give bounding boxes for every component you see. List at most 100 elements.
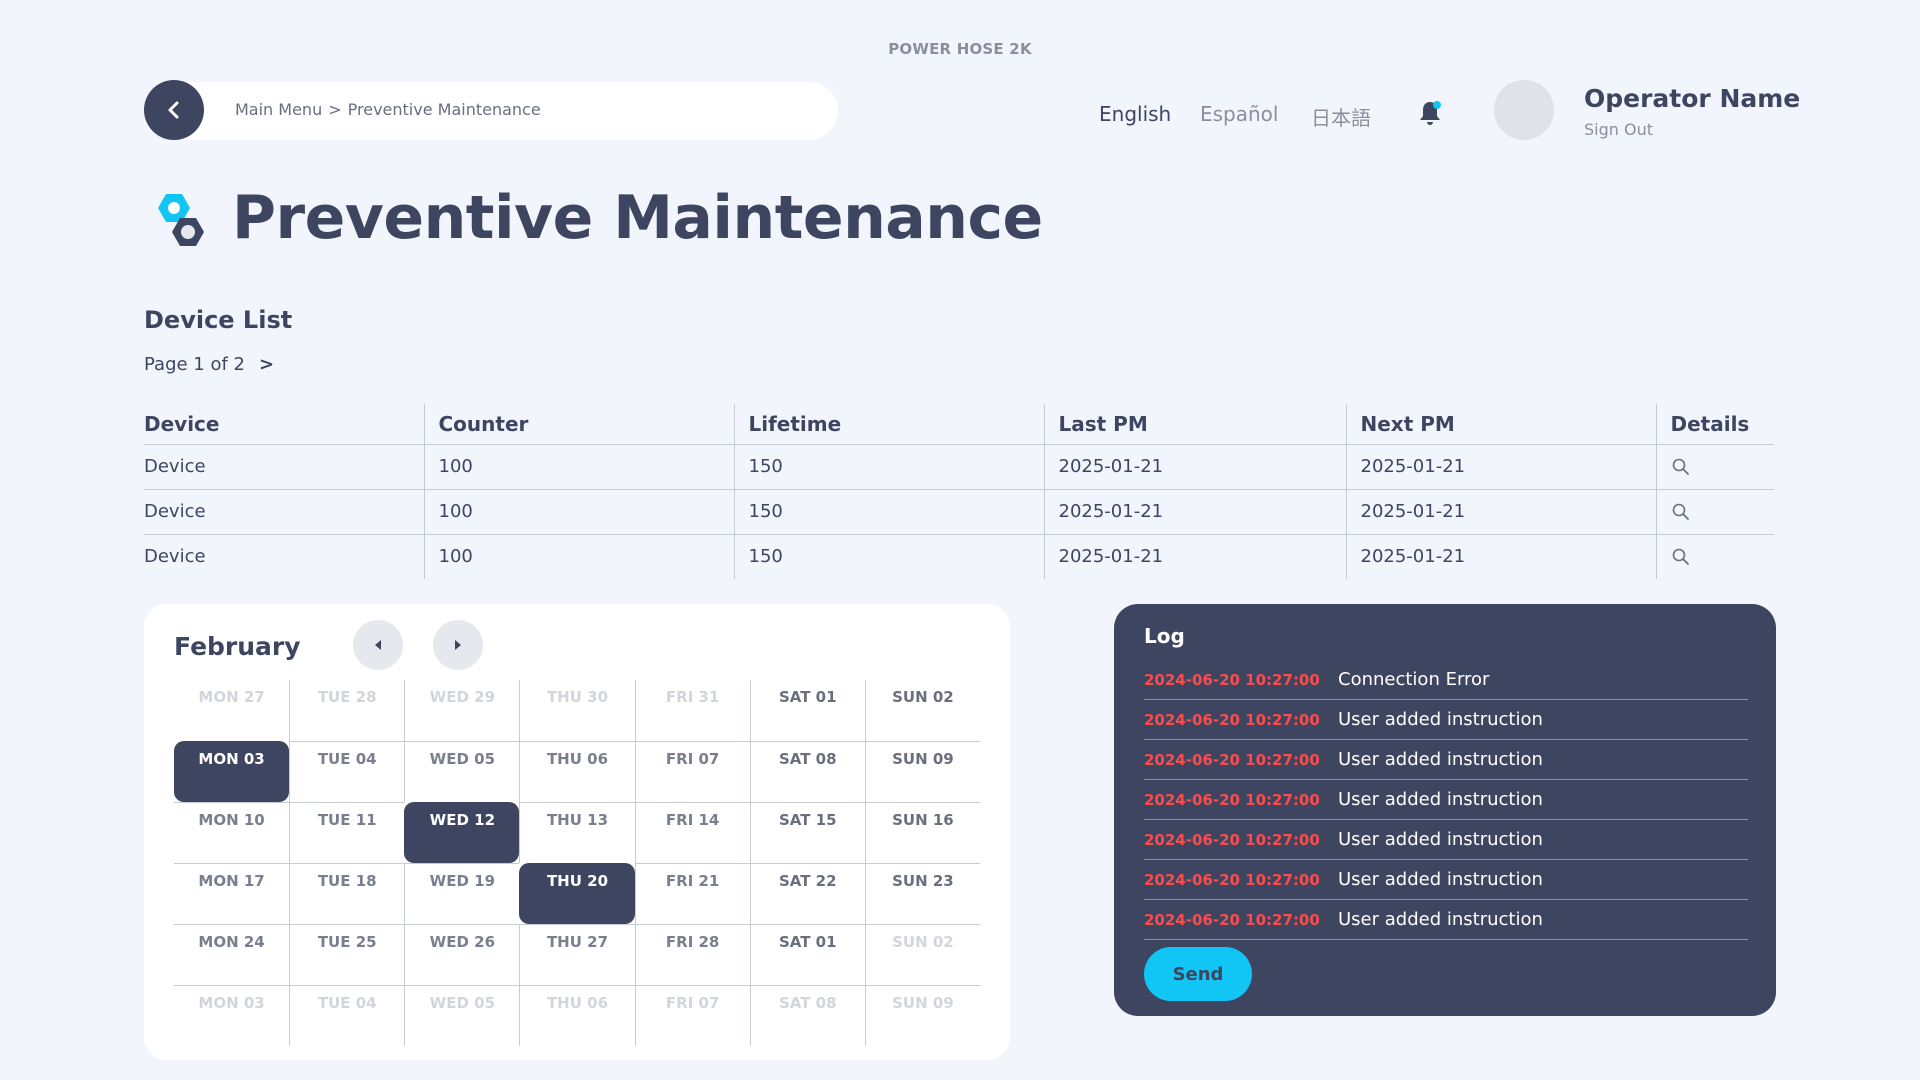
language-japanese[interactable]: 日本語	[1311, 102, 1371, 131]
pager: Page 1 of 2 >	[144, 354, 274, 375]
calendar-day[interactable]: MON 24	[174, 924, 290, 985]
log-entry: 2024-06-20 10:27:00 User added instructio…	[1144, 820, 1748, 860]
calendar-day[interactable]: SAT 08	[749, 985, 865, 1046]
column-header[interactable]: Device	[144, 404, 424, 445]
calendar-day[interactable]: WED 26	[404, 924, 520, 985]
calendar-day[interactable]: THU 30	[519, 680, 634, 741]
calendar-day[interactable]: THU 27	[519, 924, 635, 985]
calendar-day[interactable]: SUN 09	[864, 741, 980, 802]
chevron-right-icon	[455, 640, 461, 650]
search-icon[interactable]	[1671, 502, 1691, 522]
column-header[interactable]: Last PM	[1043, 404, 1346, 445]
cell-device: Device	[144, 444, 424, 490]
search-icon[interactable]	[1671, 457, 1691, 477]
calendar-day[interactable]: TUE 18	[289, 863, 405, 924]
back-button[interactable]	[144, 80, 204, 140]
calendar-day[interactable]: SAT 08	[749, 741, 865, 802]
calendar-day[interactable]: MON 17	[174, 863, 290, 924]
calendar-day[interactable]: WED 29	[404, 680, 519, 741]
calendar-day[interactable]: SAT 01	[749, 680, 865, 741]
calendar-day[interactable]: WED 05	[404, 741, 520, 802]
breadcrumb-current: Preventive Maintenance	[347, 100, 541, 119]
calendar-day[interactable]: SUN 23	[864, 863, 980, 924]
calendar-day[interactable]: FRI 28	[634, 924, 750, 985]
send-button[interactable]: Send	[1144, 947, 1252, 1001]
sign-out-link[interactable]: Sign Out	[1584, 120, 1653, 139]
calendar-day[interactable]: SAT 01	[749, 924, 865, 985]
calendar-day[interactable]: TUE 04	[289, 741, 405, 802]
calendar-day[interactable]: TUE 04	[289, 985, 405, 1046]
calendar-day[interactable]: TUE 11	[289, 802, 405, 863]
log-timestamp: 2024-06-20 10:27:00	[1144, 750, 1320, 769]
calendar-day[interactable]: WED 12	[404, 802, 520, 863]
calendar-day[interactable]: THU 13	[519, 802, 635, 863]
table-row[interactable]: Device 100 150 2025-01-21 2025-01-21	[144, 534, 1774, 579]
breadcrumb: Main Menu > Preventive Maintenance	[235, 100, 541, 119]
column-header[interactable]: Next PM	[1345, 404, 1656, 445]
calendar-day[interactable]: FRI 14	[634, 802, 750, 863]
column-header: Details	[1655, 404, 1774, 445]
cell-device: Device	[144, 489, 424, 535]
calendar-day[interactable]: MON 03	[174, 741, 290, 802]
language-english[interactable]: English	[1099, 102, 1171, 126]
log-message: User added instruction	[1338, 869, 1543, 890]
log-timestamp: 2024-06-20 10:27:00	[1144, 710, 1320, 729]
calendar-day[interactable]: THU 06	[519, 985, 635, 1046]
cell-details	[1655, 444, 1774, 490]
column-header[interactable]: Counter	[423, 404, 734, 445]
operator-name: Operator Name	[1584, 84, 1801, 113]
log-timestamp: 2024-06-20 10:27:00	[1144, 790, 1320, 809]
language-spanish[interactable]: Español	[1200, 102, 1278, 126]
breadcrumb-root[interactable]: Main Menu	[235, 100, 322, 119]
calendar-day[interactable]: FRI 07	[634, 985, 750, 1046]
log-entry: 2024-06-20 10:27:00 User added instructio…	[1144, 860, 1748, 900]
calendar-day[interactable]: THU 06	[519, 741, 635, 802]
log-message: User added instruction	[1338, 709, 1543, 730]
cell-next-pm: 2025-01-21	[1345, 534, 1656, 579]
calendar-prev-button[interactable]	[353, 620, 403, 670]
log-timestamp: 2024-06-20 10:27:00	[1144, 910, 1320, 929]
cell-details	[1655, 534, 1774, 579]
pager-label: Page 1 of 2	[144, 354, 245, 375]
hex-nut-icon	[158, 194, 204, 246]
calendar-day[interactable]: FRI 21	[634, 863, 750, 924]
calendar-day[interactable]: TUE 25	[289, 924, 405, 985]
cell-counter: 100	[423, 489, 734, 535]
calendar-day[interactable]: SUN 16	[864, 802, 980, 863]
calendar-next-button[interactable]	[433, 620, 483, 670]
calendar-day[interactable]: TUE 28	[289, 680, 404, 741]
search-icon[interactable]	[1671, 547, 1691, 567]
avatar[interactable]	[1494, 80, 1554, 140]
cell-lifetime: 150	[733, 444, 1044, 490]
log-timestamp: 2024-06-20 10:27:00	[1144, 870, 1320, 889]
notifications-button[interactable]	[1414, 98, 1446, 130]
calendar-day[interactable]: MON 03	[174, 985, 290, 1046]
page-title: Preventive Maintenance	[232, 183, 1043, 253]
log-entry: 2024-06-20 10:27:00 User added instructio…	[1144, 740, 1748, 780]
calendar-day[interactable]: SAT 22	[749, 863, 865, 924]
calendar-grid: MON 27 TUE 28 WED 29 THU 30 FRI 31 SAT 01 SUN …	[174, 680, 980, 1046]
table-row[interactable]: Device 100 150 2025-01-21 2025-01-21	[144, 489, 1774, 535]
calendar-day[interactable]: MON 10	[174, 802, 290, 863]
calendar-day[interactable]: WED 19	[404, 863, 520, 924]
calendar-day[interactable]: FRI 07	[634, 741, 750, 802]
cell-counter: 100	[423, 444, 734, 490]
log-message: User added instruction	[1338, 829, 1543, 850]
calendar-day[interactable]: SUN 02	[864, 680, 980, 741]
cell-next-pm: 2025-01-21	[1345, 489, 1656, 535]
calendar-day[interactable]: THU 20	[519, 863, 635, 924]
calendar-day[interactable]: SUN 02	[864, 924, 980, 985]
log-panel: Log 2024-06-20 10:27:00 Connection Error 2…	[1114, 604, 1776, 1016]
pager-next-button[interactable]: >	[259, 354, 274, 375]
log-timestamp: 2024-06-20 10:27:00	[1144, 830, 1320, 849]
calendar-day[interactable]: FRI 31	[634, 680, 750, 741]
calendar-day[interactable]: MON 27	[174, 680, 289, 741]
table-row[interactable]: Device 100 150 2025-01-21 2025-01-21	[144, 444, 1774, 490]
calendar-day[interactable]: WED 05	[404, 985, 520, 1046]
calendar-day[interactable]: SAT 15	[749, 802, 865, 863]
cell-next-pm: 2025-01-21	[1345, 444, 1656, 490]
column-header[interactable]: Lifetime	[733, 404, 1044, 445]
breadcrumb-separator: >	[328, 100, 342, 119]
cell-lifetime: 150	[733, 489, 1044, 535]
calendar-day[interactable]: SUN 09	[864, 985, 980, 1046]
